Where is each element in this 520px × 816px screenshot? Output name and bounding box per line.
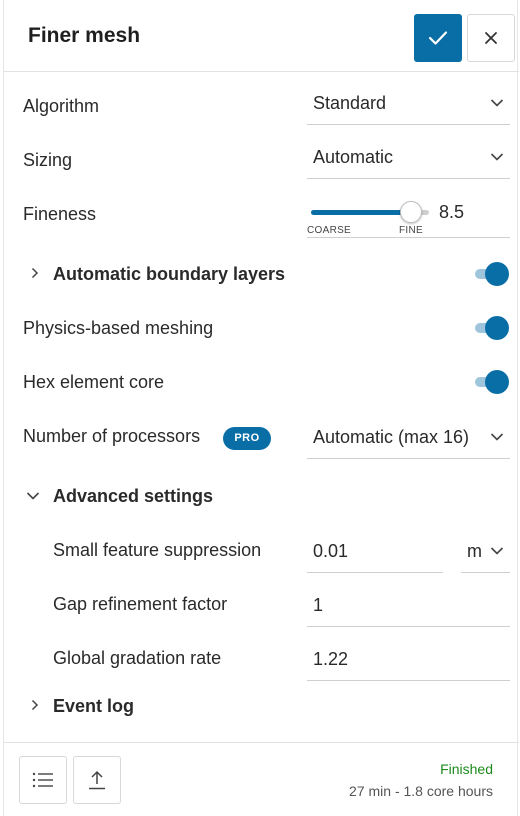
toggle-knob: [485, 316, 509, 340]
coarse-tick-label: COARSE: [307, 225, 352, 236]
event-log-label[interactable]: Event log: [53, 696, 134, 717]
fineness-value: 8.5: [439, 202, 465, 222]
checkmark-icon: [428, 31, 448, 45]
small-feature-label: Small feature suppression: [53, 540, 262, 560]
processors-select[interactable]: Automatic (max 16): [307, 419, 510, 459]
fineness-label: Fineness: [23, 204, 97, 224]
unit-value: m: [467, 541, 482, 561]
hex-core-toggle[interactable]: [471, 369, 509, 395]
physics-meshing-toggle[interactable]: [471, 315, 509, 341]
close-button[interactable]: [467, 14, 515, 62]
confirm-button[interactable]: [414, 14, 462, 62]
slider-track[interactable]: [311, 201, 429, 223]
upload-icon: [89, 770, 105, 790]
toggle-knob: [485, 262, 509, 286]
boundary-layers-label[interactable]: Automatic boundary layers: [53, 264, 285, 285]
chevron-down-icon: [490, 153, 504, 161]
chevron-down-icon: [490, 547, 504, 555]
slider-handle[interactable]: [400, 201, 423, 223]
processors-value: Automatic (max 16): [313, 427, 470, 447]
gap-refinement-label: Gap refinement factor: [53, 594, 228, 614]
page-title: Finer mesh: [28, 24, 141, 47]
chevron-down-icon: [490, 99, 504, 107]
status-text: Finished: [440, 761, 493, 777]
gradation-value: 1.22: [313, 649, 349, 669]
toggle-knob: [485, 370, 509, 394]
gap-refinement-input[interactable]: 1: [307, 587, 510, 627]
algorithm-select[interactable]: Standard: [307, 85, 510, 125]
panel-footer: Finished 27 min - 1.8 core hours: [4, 742, 519, 816]
chevron-down-icon[interactable]: [26, 491, 40, 501]
algorithm-value: Standard: [313, 93, 387, 113]
duration-text: 27 min - 1.8 core hours: [349, 783, 493, 799]
fineness-slider[interactable]: 8.5 COARSE FINE: [307, 196, 510, 238]
panel-header: Finer mesh: [4, 0, 519, 72]
boundary-layers-toggle[interactable]: [471, 261, 509, 287]
gradation-input[interactable]: 1.22: [307, 641, 510, 681]
algorithm-label: Algorithm: [23, 96, 100, 116]
gap-refinement-value: 1: [313, 595, 324, 615]
chevron-right-icon[interactable]: [30, 699, 40, 711]
hex-core-label: Hex element core: [23, 372, 165, 392]
processors-label: Number of processors: [23, 426, 201, 446]
chevron-down-icon: [490, 433, 504, 441]
fine-tick-label: FINE: [399, 225, 423, 236]
list-button[interactable]: [19, 756, 67, 804]
sizing-value: Automatic: [313, 147, 394, 167]
close-icon: [485, 32, 497, 44]
unit-select[interactable]: m: [461, 533, 510, 573]
slider-fill: [311, 210, 412, 215]
sizing-select[interactable]: Automatic: [307, 139, 510, 179]
small-feature-value: 0.01: [313, 541, 349, 561]
physics-meshing-label: Physics-based meshing: [23, 318, 214, 338]
gradation-label: Global gradation rate: [53, 648, 222, 668]
sizing-label: Sizing: [23, 150, 73, 170]
small-feature-input[interactable]: 0.01: [307, 533, 443, 573]
list-icon: [32, 772, 53, 788]
advanced-settings-label[interactable]: Advanced settings: [53, 486, 213, 507]
pro-badge: PRO: [223, 427, 271, 450]
mesh-settings-panel: Finer mesh Algorithm Standard Sizing Aut…: [3, 0, 519, 816]
chevron-right-icon[interactable]: [30, 267, 40, 279]
export-button[interactable]: [73, 756, 121, 804]
